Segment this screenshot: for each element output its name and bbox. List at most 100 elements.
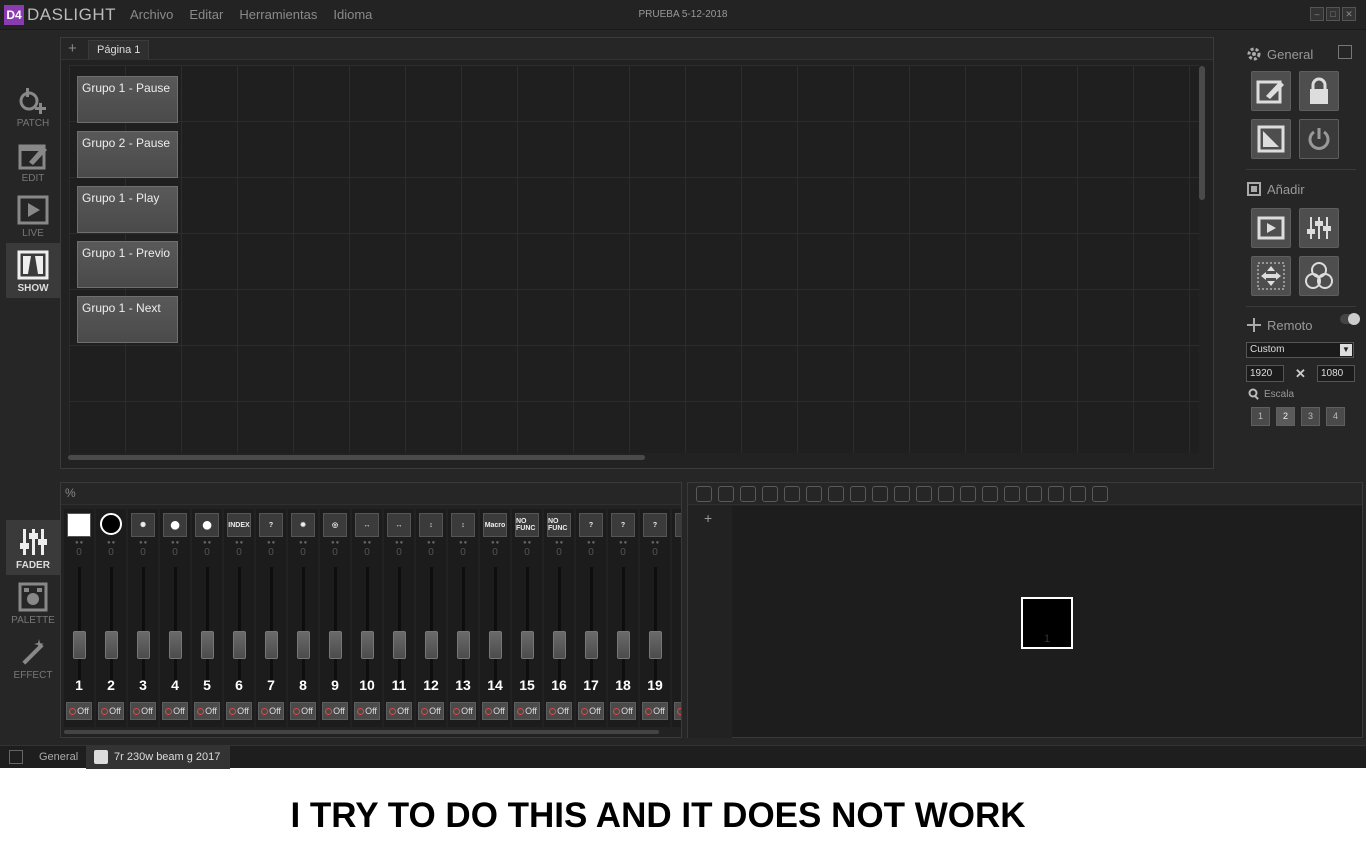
channel-off-button[interactable]: Off [482, 702, 508, 720]
fader-track[interactable] [462, 567, 465, 687]
channel-function-icon[interactable]: ◎ [323, 513, 347, 537]
fader-track[interactable] [366, 567, 369, 687]
fader-track[interactable] [206, 567, 209, 687]
fader-track[interactable] [526, 567, 529, 687]
fader-knob[interactable] [649, 631, 662, 659]
channel-off-button[interactable]: Off [162, 702, 188, 720]
fader-knob[interactable] [425, 631, 438, 659]
fader-track[interactable] [430, 567, 433, 687]
show-button-1[interactable]: Grupo 1 - Pause [77, 76, 178, 123]
zoom-in-icon[interactable] [718, 485, 734, 502]
sidebar-item-show[interactable]: SHOW [6, 243, 60, 298]
expand-icon[interactable] [1338, 45, 1352, 59]
fader-knob[interactable] [681, 631, 682, 659]
lock-button[interactable] [1299, 71, 1339, 111]
channel-function-icon[interactable]: ↕ [451, 513, 475, 537]
fader-knob[interactable] [553, 631, 566, 659]
fader-track[interactable] [174, 567, 177, 687]
channel-off-button[interactable]: Off [450, 702, 476, 720]
select-tool-icon[interactable] [806, 485, 822, 502]
channel-function-icon[interactable]: Macro [483, 513, 507, 537]
fader-knob[interactable] [73, 631, 86, 659]
channel-off-button[interactable]: Off [322, 702, 348, 720]
fader-knob[interactable] [137, 631, 150, 659]
fader-knob[interactable] [585, 631, 598, 659]
menu-editar[interactable]: Editar [189, 7, 223, 22]
channel-function-icon[interactable]: ? [643, 513, 667, 537]
zoom-reset-icon[interactable] [740, 485, 756, 502]
channel-function-icon[interactable]: NO FUNC [515, 513, 539, 537]
fader-knob[interactable] [201, 631, 214, 659]
channel-off-button[interactable]: Off [546, 702, 572, 720]
sidebar-item-live[interactable]: LIVE [6, 188, 60, 243]
channel-function-icon[interactable]: ↔ [387, 513, 411, 537]
add-page-button[interactable]: + [68, 40, 77, 57]
channel-off-button[interactable]: Off [130, 702, 156, 720]
channel-function-icon[interactable]: ? [611, 513, 635, 537]
horizontal-scrollbar[interactable] [68, 455, 645, 460]
fader-track[interactable] [654, 567, 657, 687]
move-up-icon[interactable] [916, 485, 932, 502]
fader-knob[interactable] [297, 631, 310, 659]
channel-function-icon[interactable]: ↔ [355, 513, 379, 537]
height-field[interactable]: 1080 [1317, 365, 1355, 382]
fader-track[interactable] [238, 567, 241, 687]
channel-off-button[interactable]: Off [386, 702, 412, 720]
minimize-icon[interactable]: – [1310, 7, 1324, 21]
channel-function-icon[interactable]: ● [195, 513, 219, 537]
fader-knob[interactable] [393, 631, 406, 659]
scale-3-button[interactable]: 3 [1301, 407, 1320, 426]
channel-off-button[interactable]: Off [290, 702, 316, 720]
fader-track[interactable] [590, 567, 593, 687]
menu-idioma[interactable]: Idioma [333, 7, 372, 22]
resolution-select[interactable]: Custom ▼ [1246, 342, 1354, 358]
sidebar-item-effect[interactable]: EFFECT [6, 630, 60, 685]
show-grid[interactable] [69, 65, 1199, 453]
channel-off-button[interactable]: Off [610, 702, 636, 720]
fader-track[interactable] [334, 567, 337, 687]
channel-off-button[interactable]: Off [674, 702, 681, 720]
window-icon[interactable] [9, 750, 23, 764]
channel-off-button[interactable]: Off [514, 702, 540, 720]
edit-mode-button[interactable] [1251, 71, 1291, 111]
channel-off-button[interactable]: Off [226, 702, 252, 720]
channel-function-icon[interactable] [67, 513, 91, 537]
fader-track[interactable] [270, 567, 273, 687]
power-icon[interactable] [1026, 485, 1042, 502]
channel-function-icon[interactable] [100, 513, 122, 535]
deselect-icon[interactable] [850, 485, 866, 502]
fader-track[interactable] [110, 567, 113, 687]
sidebar-item-edit[interactable]: EDIT [6, 133, 60, 188]
fader-track[interactable] [78, 567, 81, 687]
width-field[interactable]: 1920 [1246, 365, 1284, 382]
patch-icon[interactable] [1048, 485, 1064, 502]
channel-function-icon[interactable]: ✺ [131, 513, 155, 537]
tab-fixture[interactable]: 7r 230w beam g 2017 [86, 746, 231, 769]
channel-function-icon[interactable]: INDEX [227, 513, 251, 537]
add-fader-button[interactable] [1299, 208, 1339, 248]
power-button[interactable] [1299, 119, 1339, 159]
remote-toggle[interactable] [1340, 313, 1360, 325]
maximize-icon[interactable]: □ [1326, 7, 1340, 21]
scale-2-button[interactable]: 2 [1276, 407, 1295, 426]
fader-track[interactable] [302, 567, 305, 687]
menu-herramientas[interactable]: Herramientas [239, 7, 317, 22]
fader-knob[interactable] [233, 631, 246, 659]
channel-off-button[interactable]: Off [258, 702, 284, 720]
channel-function-icon[interactable]: ✹ [291, 513, 315, 537]
align-icon[interactable] [894, 485, 910, 502]
grid-icon[interactable] [960, 485, 976, 502]
target-icon[interactable] [1092, 485, 1108, 502]
add-play-button[interactable] [1251, 208, 1291, 248]
move-down-icon[interactable] [938, 485, 954, 502]
fader-track[interactable] [558, 567, 561, 687]
fader-track[interactable] [398, 567, 401, 687]
show-button-5[interactable]: Grupo 1 - Next [77, 296, 178, 343]
fader-knob[interactable] [521, 631, 534, 659]
fader-knob[interactable] [617, 631, 630, 659]
add-fixture-button[interactable]: + [704, 510, 712, 526]
channel-function-icon[interactable]: NO FUNC [547, 513, 571, 537]
fixture-icon[interactable] [1070, 485, 1086, 502]
fader-track[interactable] [494, 567, 497, 687]
tab-pagina-1[interactable]: Página 1 [88, 40, 150, 60]
